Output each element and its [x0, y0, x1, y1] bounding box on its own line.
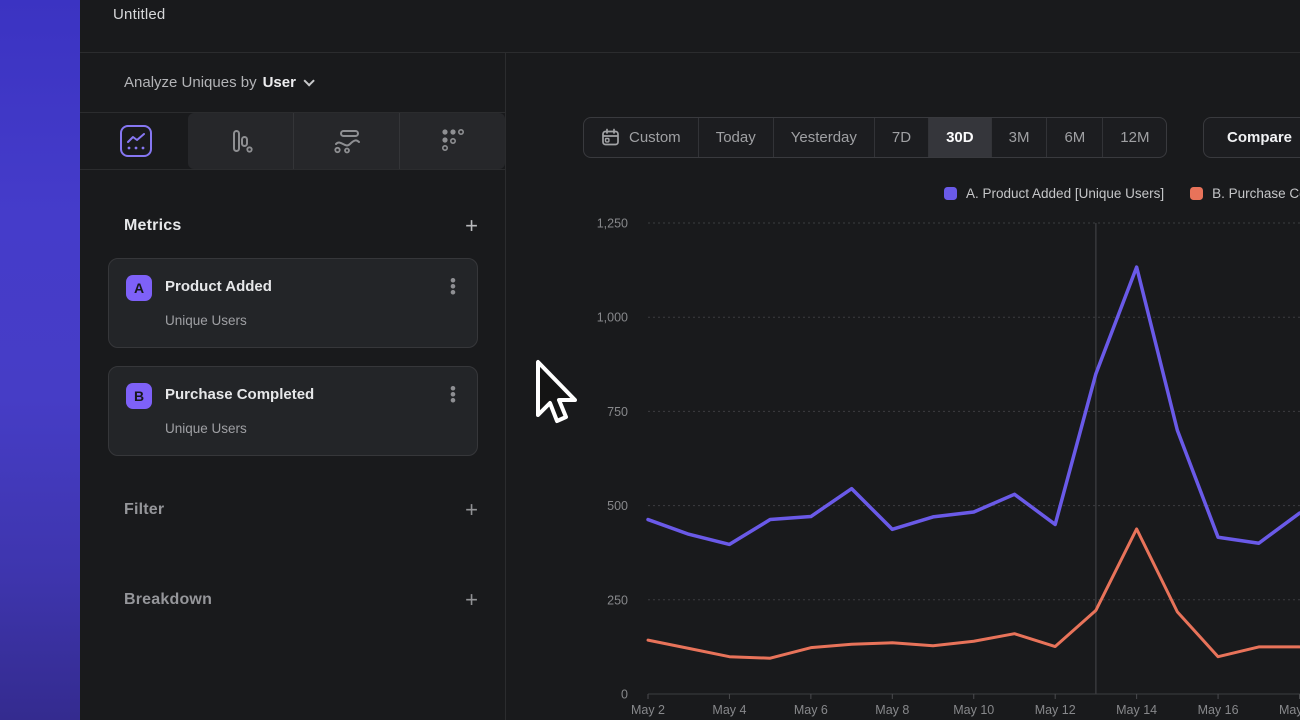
date-range-toolbar: Custom Today Yesterday 7D 30D 3M 6M 12M — [583, 117, 1167, 158]
metric-subtitle[interactable]: Unique Users — [165, 421, 247, 436]
filter-header-row: Filter + — [124, 500, 478, 520]
add-filter-button[interactable]: + — [465, 500, 478, 520]
tab-flow[interactable] — [293, 113, 399, 169]
metrics-header-row: Metrics + — [124, 216, 478, 236]
breakdown-header: Breakdown — [124, 591, 212, 609]
breakdown-header-row: Breakdown + — [124, 590, 478, 610]
report-title[interactable]: Untitled — [113, 6, 165, 23]
metric-subtitle[interactable]: Unique Users — [165, 313, 247, 328]
tab-dot-grid[interactable] — [399, 113, 505, 169]
range-label: 12M — [1120, 129, 1149, 146]
metric-badge-a: A — [126, 275, 152, 301]
svg-text:May 18: May 18 — [1279, 703, 1300, 717]
svg-text:1,000: 1,000 — [597, 311, 628, 325]
svg-text:May 8: May 8 — [875, 703, 909, 717]
line-chart-icon — [126, 133, 146, 144]
analyze-label: Analyze Uniques by — [124, 74, 257, 91]
range-today[interactable]: Today — [698, 118, 773, 157]
bar-chart-icon — [228, 128, 254, 154]
svg-text:May 12: May 12 — [1035, 703, 1076, 717]
calendar-icon — [601, 128, 620, 147]
range-label: Custom — [629, 129, 681, 146]
range-12m[interactable]: 12M — [1102, 118, 1166, 157]
tabs-divider — [80, 169, 505, 170]
add-breakdown-button[interactable]: + — [465, 590, 478, 610]
range-6m[interactable]: 6M — [1046, 118, 1102, 157]
range-label: Yesterday — [791, 129, 857, 146]
add-metric-button[interactable]: + — [465, 216, 478, 236]
flow-icon — [333, 128, 361, 154]
left-gradient-strip — [0, 0, 80, 720]
metric-title: Purchase Completed — [165, 386, 314, 403]
analyze-value-dropdown[interactable]: User — [263, 74, 296, 91]
app-window: Untitled Analyze Uniques by User — [0, 0, 1300, 720]
sidebar-divider — [505, 52, 506, 720]
svg-text:May 16: May 16 — [1198, 703, 1239, 717]
range-label: 30D — [946, 129, 974, 146]
range-30d-selected[interactable]: 30D — [928, 118, 991, 157]
svg-text:500: 500 — [607, 499, 628, 513]
legend-swatch-purple — [944, 187, 957, 200]
metric-options-icon[interactable]: ••• — [447, 384, 459, 402]
svg-text:0: 0 — [621, 688, 628, 702]
svg-text:250: 250 — [607, 593, 628, 607]
line-chart[interactable]: 0 250 500 750 1,000 1,250 May 2 May 4 May 6 May 8… — [560, 210, 1300, 720]
range-custom[interactable]: Custom — [584, 118, 698, 157]
topbar-divider — [80, 52, 1300, 53]
svg-text:750: 750 — [607, 405, 628, 419]
svg-text:May 14: May 14 — [1116, 703, 1157, 717]
tab-line-chart[interactable] — [120, 125, 152, 157]
svg-text:May 6: May 6 — [794, 703, 828, 717]
metrics-header: Metrics — [124, 217, 181, 235]
chart-type-tabs — [188, 113, 505, 169]
analyze-uniques-row: Analyze Uniques by User — [124, 74, 311, 91]
range-7d[interactable]: 7D — [874, 118, 928, 157]
range-label: 7D — [892, 129, 911, 146]
line-chart-icon-dots — [127, 146, 145, 150]
svg-text:1,250: 1,250 — [597, 217, 628, 231]
legend-label: B. Purchase Completed [Unique Users] — [1212, 186, 1300, 201]
svg-text:May 10: May 10 — [953, 703, 994, 717]
range-3m[interactable]: 3M — [991, 118, 1047, 157]
dot-grid-icon — [440, 128, 466, 154]
mouse-cursor — [533, 359, 583, 433]
range-label: 3M — [1009, 129, 1030, 146]
legend-item-b[interactable]: B. Purchase Completed [Unique Users] — [1190, 186, 1300, 201]
chart-legend: A. Product Added [Unique Users] B. Purch… — [944, 186, 1300, 201]
metric-options-icon[interactable]: ••• — [447, 276, 459, 294]
svg-text:May 2: May 2 — [631, 703, 665, 717]
metric-card-product-added[interactable]: A Product Added Unique Users ••• — [108, 258, 478, 348]
filter-header: Filter — [124, 501, 164, 519]
compare-button[interactable]: Compare — [1203, 117, 1300, 158]
legend-item-a[interactable]: A. Product Added [Unique Users] — [944, 186, 1164, 201]
range-label: 6M — [1064, 129, 1085, 146]
legend-swatch-orange — [1190, 187, 1203, 200]
legend-label: A. Product Added [Unique Users] — [966, 186, 1164, 201]
range-yesterday[interactable]: Yesterday — [773, 118, 874, 157]
metric-badge-b: B — [126, 383, 152, 409]
tab-bar-chart[interactable] — [188, 113, 293, 169]
metric-card-purchase-completed[interactable]: B Purchase Completed Unique Users ••• — [108, 366, 478, 456]
metric-title: Product Added — [165, 278, 272, 295]
range-label: Today — [716, 129, 756, 146]
svg-text:May 4: May 4 — [712, 703, 746, 717]
chevron-down-icon[interactable] — [303, 75, 314, 86]
